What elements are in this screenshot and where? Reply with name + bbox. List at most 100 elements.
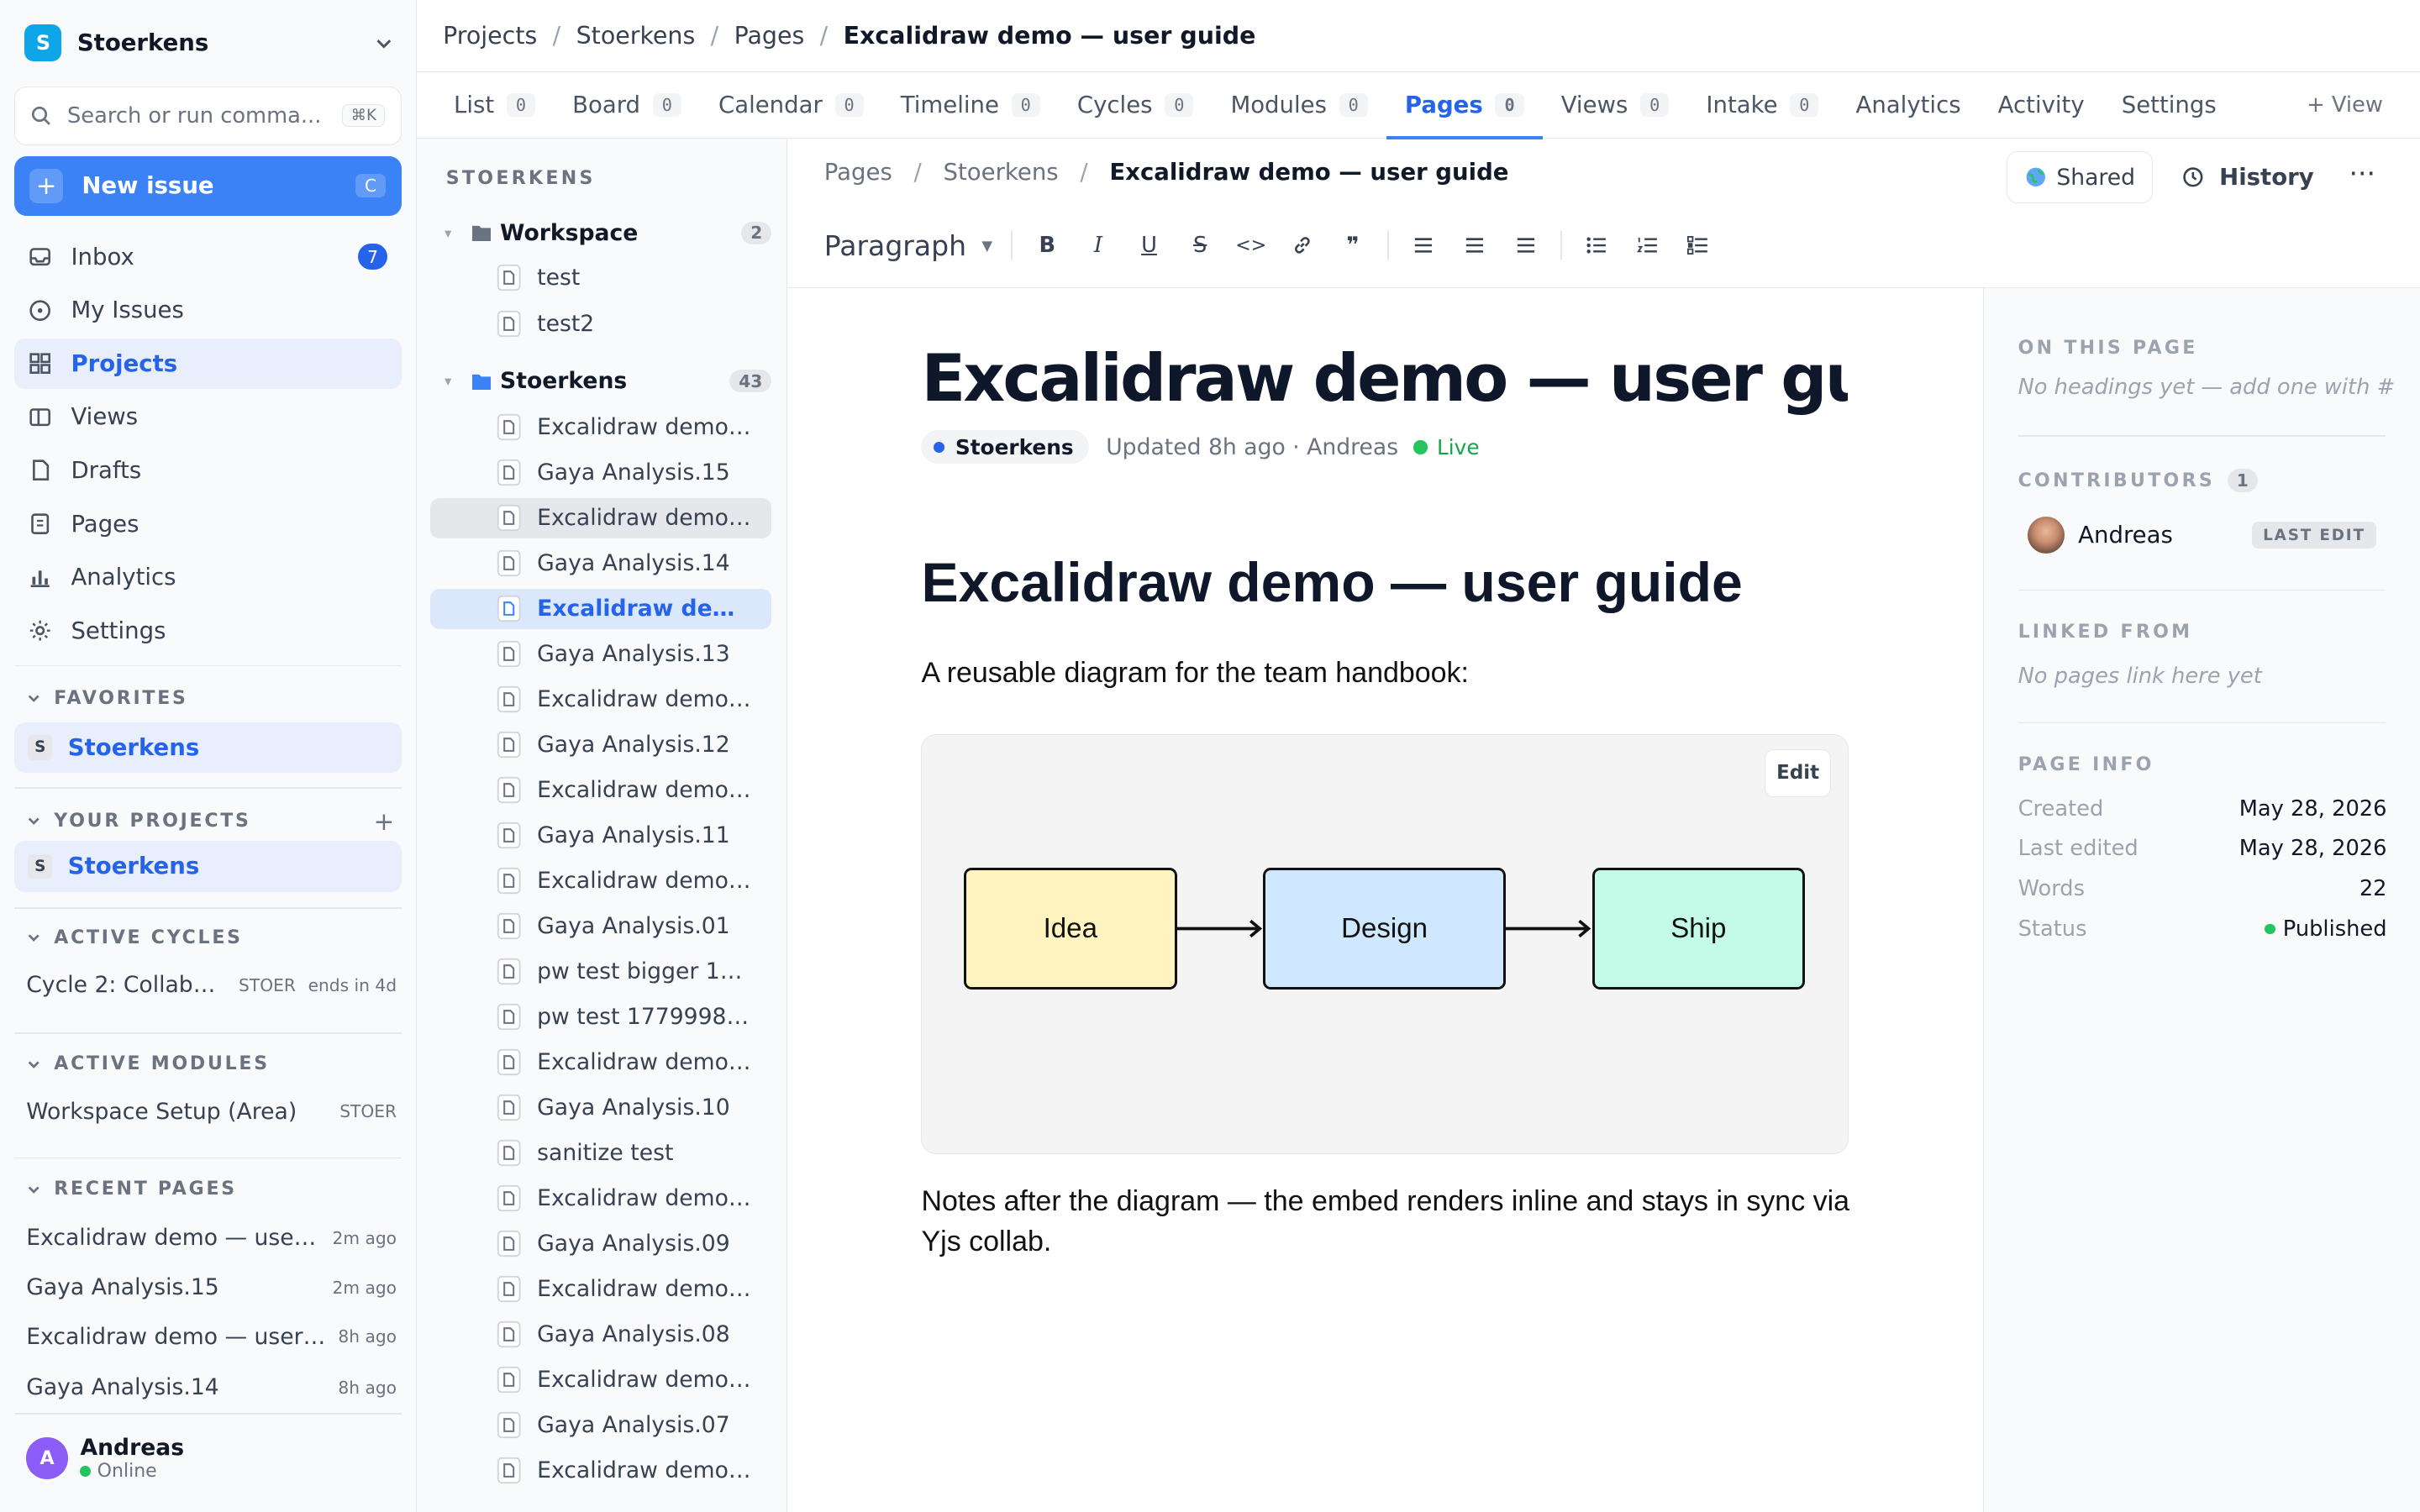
numbered-list-icon[interactable] <box>1622 236 1673 255</box>
nav-item-projects[interactable]: Projects <box>13 338 402 390</box>
intro-paragraph[interactable]: A reusable diagram for the team handbook… <box>921 657 1468 690</box>
search-input[interactable]: Search or run comma... ⌘K <box>13 86 402 145</box>
folder-workspace[interactable]: ▾ Workspace 2 <box>445 213 772 253</box>
tab-list[interactable]: List 0 <box>435 72 554 138</box>
project-chip[interactable]: Stoerkens <box>921 430 1089 465</box>
nav-item-analytics[interactable]: Analytics <box>14 552 402 603</box>
notes-paragraph[interactable]: Notes after the diagram — the embed rend… <box>921 1182 1862 1263</box>
breadcrumb-projects[interactable]: Projects <box>443 22 537 50</box>
breadcrumb-project[interactable]: Stoerkens <box>576 22 696 50</box>
nav-item-pages[interactable]: Pages <box>14 498 402 549</box>
add-view-button[interactable]: + View <box>2307 72 2420 138</box>
shared-button[interactable]: Shared <box>2006 150 2154 204</box>
tree-page-item[interactable]: Gaya Analysis.09 <box>430 1224 771 1264</box>
excalidraw-embed[interactable]: Edit Idea Design Ship <box>921 734 1849 1154</box>
tree-page-item[interactable]: Gaya Analysis.14 <box>430 543 771 584</box>
folder-project[interactable]: ▾ Stoerkens 43 <box>445 361 772 402</box>
tab-views[interactable]: Views 0 <box>1543 72 1688 138</box>
tree-page-item[interactable]: Gaya Analysis.10 <box>430 1088 771 1128</box>
align-left-icon[interactable] <box>1398 236 1449 255</box>
tree-page-item[interactable]: Gaya Analysis.11 <box>430 816 771 856</box>
content-heading[interactable]: Excalidraw demo — user guide <box>921 551 1742 615</box>
editor-breadcrumb-pages[interactable]: Pages <box>824 159 892 186</box>
active-cycles-heading[interactable]: ACTIVE CYCLES <box>26 927 397 948</box>
tree-page-item[interactable]: Excalidraw demo ... <box>430 1042 771 1083</box>
section-heading-label: RECENT PAGES <box>54 1179 237 1200</box>
recent-page-item[interactable]: Gaya Analysis.15 2m ago <box>26 1274 397 1300</box>
recent-page-item[interactable]: Excalidraw demo — user ... 8h ago <box>26 1324 397 1350</box>
bullet-list-icon[interactable] <box>1571 236 1623 255</box>
tree-page-item[interactable]: Excalidraw demo ... <box>430 680 771 720</box>
project-item[interactable]: S Stoerkens <box>13 841 402 892</box>
nav-item-inbox[interactable]: Inbox 7 <box>14 232 402 283</box>
strikethrough-icon[interactable]: S <box>1175 233 1226 258</box>
tree-page-item[interactable]: Excalidraw demo ... <box>430 1269 771 1310</box>
tree-page-item[interactable]: Excalidraw demo ... <box>430 861 771 901</box>
tree-page-item[interactable]: test2 <box>430 304 771 344</box>
tree-page-item[interactable]: sanitize test <box>430 1133 771 1173</box>
tree-page-item[interactable]: test <box>430 258 771 298</box>
breadcrumb-pages[interactable]: Pages <box>734 22 805 50</box>
tree-page-item[interactable]: Gaya Analysis.15 <box>430 453 771 493</box>
block-type-dropdown[interactable]: Paragraph ▼ <box>824 229 992 262</box>
tab-timeline[interactable]: Timeline 0 <box>882 72 1059 138</box>
tree-page-item[interactable]: Excalidraw demo ... <box>430 588 772 629</box>
active-modules-heading[interactable]: ACTIVE MODULES <box>26 1053 397 1074</box>
tree-page-item[interactable]: pw test 177999833... <box>430 997 771 1037</box>
tree-page-item[interactable]: Gaya Analysis.07 <box>430 1405 771 1446</box>
tree-page-item[interactable]: Gaya Analysis.08 <box>430 1315 771 1355</box>
favorite-project-item[interactable]: S Stoerkens <box>13 722 402 774</box>
tab-cycles[interactable]: Cycles 0 <box>1059 72 1213 138</box>
nav-item-settings[interactable]: Settings <box>14 605 402 656</box>
tree-page-item[interactable]: Excalidraw demo ... <box>430 407 771 448</box>
module-item[interactable]: Workspace Setup (Area) STOER <box>26 1099 397 1125</box>
tab-intake[interactable]: Intake 0 <box>1687 72 1837 138</box>
tree-page-item[interactable]: pw test bigger 177... <box>430 952 771 992</box>
tab-board[interactable]: Board 0 <box>554 72 700 138</box>
align-right-icon[interactable] <box>1500 236 1551 255</box>
code-icon[interactable]: <> <box>1225 235 1276 256</box>
align-center-icon[interactable] <box>1449 236 1501 255</box>
underline-icon[interactable]: U <box>1123 233 1175 258</box>
tree-page-item[interactable]: Excalidraw demo ... <box>430 770 771 811</box>
tab-analytics[interactable]: Analytics <box>1837 72 1979 138</box>
tree-page-item[interactable]: Excalidraw demo ... <box>430 1179 771 1219</box>
tab-pages[interactable]: Pages 0 <box>1386 72 1543 140</box>
italic-icon[interactable]: I <box>1073 233 1124 258</box>
bold-icon[interactable]: B <box>1022 233 1073 258</box>
tree-page-item[interactable]: Gaya Analysis.12 <box>430 725 771 765</box>
tab-settings[interactable]: Settings <box>2103 72 2235 138</box>
tree-page-item[interactable]: Excalidraw demo ... <box>430 497 772 538</box>
checklist-icon[interactable] <box>1673 236 1724 255</box>
user-profile[interactable]: A Andreas Online <box>26 1435 184 1482</box>
new-issue-button[interactable]: + New issue C <box>13 155 402 217</box>
your-projects-heading[interactable]: YOUR PROJECTS + <box>26 807 397 836</box>
recent-pages-heading[interactable]: RECENT PAGES <box>26 1179 397 1200</box>
link-icon[interactable] <box>1276 234 1328 256</box>
editor-content[interactable]: Excalidraw demo — user guide Stoerkens U… <box>787 288 1983 1512</box>
add-project-icon[interactable]: + <box>374 807 397 836</box>
tree-page-item[interactable]: Gaya Analysis.13 <box>430 634 771 675</box>
tree-page-item[interactable]: Gaya Analysis.01 <box>430 906 771 947</box>
tab-calendar[interactable]: Calendar 0 <box>700 72 882 138</box>
nav-item-views[interactable]: Views <box>14 391 402 443</box>
history-button[interactable]: History <box>2182 151 2314 203</box>
recent-page-item[interactable]: Gaya Analysis.14 8h ago <box>26 1374 397 1400</box>
recent-page-item[interactable]: Excalidraw demo — user ... 2m ago <box>26 1225 397 1251</box>
nav-item-drafts[interactable]: Drafts <box>14 445 402 496</box>
tab-activity[interactable]: Activity <box>1980 72 2103 138</box>
tree-page-item[interactable]: Excalidraw demo ... <box>430 1451 771 1491</box>
cycle-item[interactable]: Cycle 2: Collabo... STOER ends in 4d <box>26 972 397 998</box>
nav-item-my-issues[interactable]: My Issues <box>14 285 402 336</box>
contributor-row[interactable]: Andreas LAST EDIT <box>2027 517 2376 554</box>
favorites-heading[interactable]: FAVORITES <box>26 688 397 709</box>
formatting-toolbar: Paragraph ▼ B I U S <> ❞ <box>824 225 1724 265</box>
page-title[interactable]: Excalidraw demo — user guide <box>921 341 1847 417</box>
tree-page-item[interactable]: Excalidraw demo ... <box>430 1360 771 1400</box>
tab-modules[interactable]: Modules 0 <box>1212 72 1386 138</box>
quote-icon[interactable]: ❞ <box>1328 233 1379 258</box>
editor-breadcrumb-project[interactable]: Stoerkens <box>944 159 1059 186</box>
more-options-icon[interactable]: ··· <box>2349 157 2375 190</box>
workspace-switcher[interactable]: S Stoerkens <box>24 22 394 65</box>
new-issue-shortcut: C <box>355 174 387 198</box>
